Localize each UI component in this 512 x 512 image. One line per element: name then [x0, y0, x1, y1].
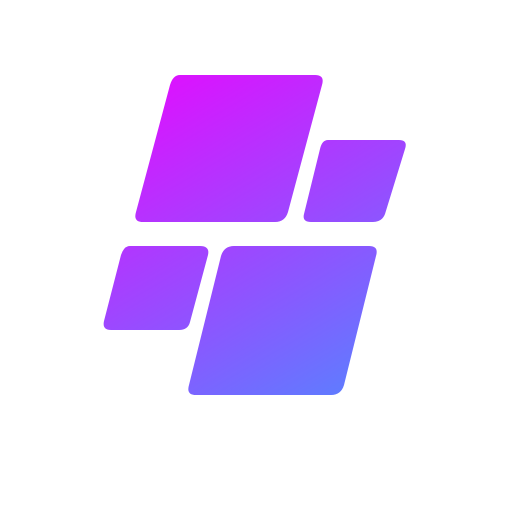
- logo-tile-bottom-right: [188, 246, 377, 395]
- logo-canvas: [0, 0, 512, 512]
- four-tile-logo-icon: [103, 75, 406, 395]
- logo-tile-top-left: [135, 75, 323, 222]
- logo-tile-top-right: [303, 140, 406, 222]
- logo-tile-bottom-left: [103, 246, 209, 330]
